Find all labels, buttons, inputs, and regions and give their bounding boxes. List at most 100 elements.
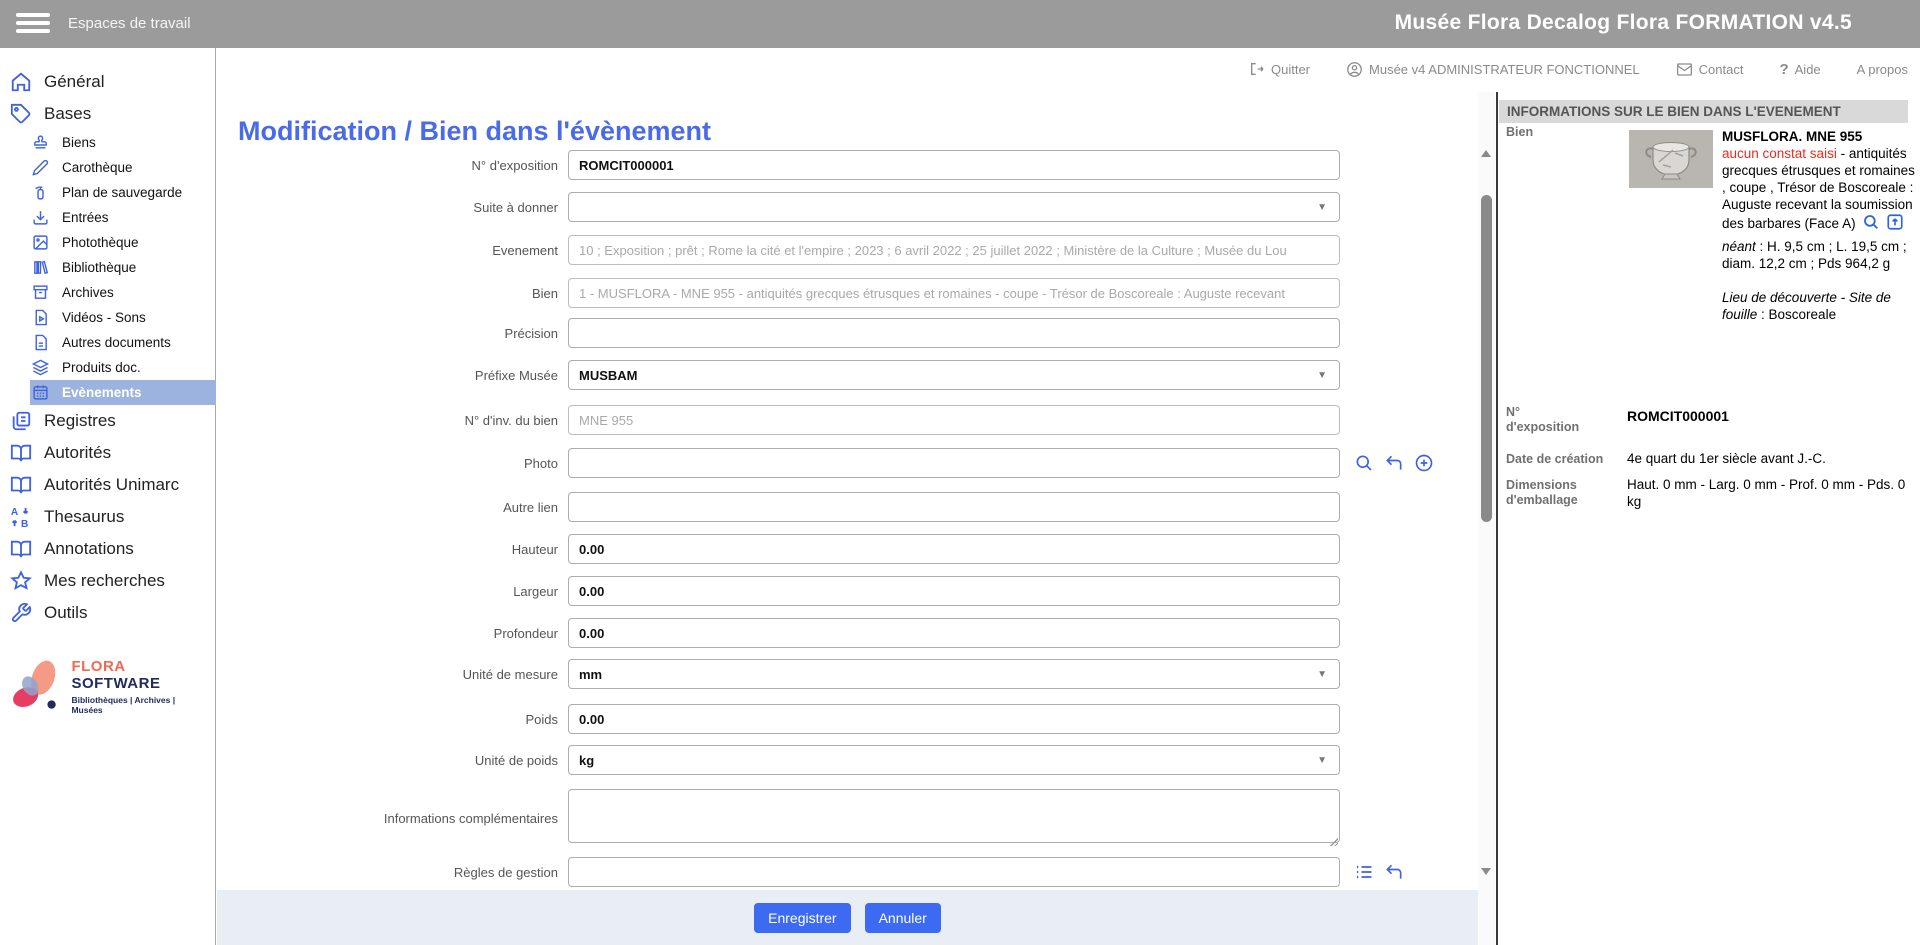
field-row-infos-complementaires: Informations complémentaires [228,789,1340,848]
help-button[interactable]: ? Aide [1779,61,1820,78]
panel-divider [1496,92,1498,945]
contact-button[interactable]: Contact [1676,62,1744,77]
quit-button[interactable]: Quitter [1249,61,1310,77]
suite-a-donner-select[interactable]: ▼ [568,192,1340,222]
workspace-label[interactable]: Espaces de travail [68,15,191,32]
constat-alert: aucun constat saisi [1722,146,1837,161]
field-row-bien: Bien [228,278,1340,308]
sidebar-item-videos-sons[interactable]: Vidéos - Sons [0,305,215,330]
no-exposition-input[interactable] [568,150,1340,180]
exit-icon [1249,61,1265,77]
unite-poids-select[interactable]: kg ▼ [568,745,1340,775]
precision-label: Précision [228,326,568,341]
chevron-down-icon: ▼ [1317,755,1327,766]
autre-lien-input[interactable] [568,492,1340,522]
sidebar-item-registres[interactable]: Registres [0,405,215,437]
chevron-down-icon: ▼ [1317,669,1327,680]
question-mark-icon: ? [1779,61,1788,78]
sidebar-item-mes-recherches[interactable]: Mes recherches [0,565,215,597]
tag-icon [10,103,32,125]
hamburger-menu-icon[interactable] [16,13,50,35]
photo-input[interactable] [568,448,1340,478]
bien-description: MUSFLORA. MNE 955 aucun constat saisi - … [1722,128,1920,323]
poids-label: Poids [228,712,568,727]
sidebar-item-autres-documents[interactable]: Autres documents [0,330,215,355]
field-row-autre-lien: Autre lien [228,492,1340,522]
field-row-poids: Poids [228,704,1340,734]
brand-flora: FLORA [71,658,125,675]
sidebar-item-autorites[interactable]: Autorités [0,437,215,469]
field-row-regles-gestion: Règles de gestion [228,857,1404,887]
field-row-largeur: Largeur [228,576,1340,606]
panel-no-exposition-label: N° d'exposition [1506,405,1581,435]
infos-complementaires-label: Informations complémentaires [228,811,568,826]
sidebar-item-biens[interactable]: Biens [0,130,215,155]
sidebar-item-produits-doc[interactable]: Produits doc. [0,355,215,380]
undo-icon[interactable] [1384,453,1404,473]
panel-dim-emballage-value: Haut. 0 mm - Larg. 0 mm - Prof. 0 mm - P… [1627,476,1917,510]
sidebar-item-evenements[interactable]: Evènements [30,380,216,405]
largeur-input[interactable] [568,576,1340,606]
sidebar-item-entrees[interactable]: Entrées [0,205,215,230]
unite-mesure-select[interactable]: mm ▼ [568,659,1340,689]
scroll-up-icon[interactable] [1481,150,1491,157]
bien-label: Bien [228,286,568,301]
about-button[interactable]: A propos [1857,62,1908,77]
profondeur-input[interactable] [568,618,1340,648]
prefixe-musee-select[interactable]: MUSBAM ▼ [568,360,1340,390]
sidebar-item-general[interactable]: Général [0,66,215,98]
cancel-button[interactable]: Annuler [865,903,941,933]
resize-grip-icon[interactable] [1329,837,1338,846]
poids-input[interactable] [568,704,1340,734]
panel-date-creation-label: Date de création [1506,452,1621,467]
hauteur-label: Hauteur [228,542,568,557]
home-icon [10,71,32,93]
chevron-down-icon: ▼ [1317,202,1327,213]
user-menu[interactable]: Musée v4 ADMINISTRATEUR FONCTIONNEL [1346,61,1640,78]
sidebar-item-bibliotheque[interactable]: Bibliothèque [0,255,215,280]
sidebar-item-annotations[interactable]: Annotations [0,533,215,565]
sidebar-item-archives[interactable]: Archives [0,280,215,305]
search-icon[interactable] [1354,453,1374,473]
add-circle-icon[interactable] [1414,453,1434,473]
books-icon [32,259,49,276]
file-play-icon [32,309,49,326]
scroll-down-icon[interactable] [1481,868,1491,875]
search-icon[interactable] [1862,213,1880,231]
precision-input[interactable] [568,318,1340,348]
download-icon [32,209,49,226]
infos-complementaires-textarea[interactable] [568,789,1340,843]
open-record-icon[interactable] [1886,213,1904,231]
image-icon [32,234,49,251]
sidebar-item-autorites-unimarc[interactable]: Autorités Unimarc [0,469,215,501]
application-window: Espaces de travail Musée Flora Decalog F… [0,0,1920,945]
undo-icon[interactable] [1384,862,1404,882]
sidebar-item-phototheque[interactable]: Photothèque [0,230,215,255]
sidebar-item-outils[interactable]: Outils [0,597,215,629]
hauteur-input[interactable] [568,534,1340,564]
bien-title: MUSFLORA. MNE 955 [1722,128,1920,145]
archive-icon [32,284,49,301]
bien-thumbnail[interactable] [1629,130,1713,188]
flora-butterfly-icon [8,655,65,717]
user-icon [1346,61,1363,78]
field-row-hauteur: Hauteur [228,534,1340,564]
sidebar-item-thesaurus[interactable]: AB Thesaurus [0,501,215,533]
regles-gestion-input[interactable] [568,857,1340,887]
svg-text:A: A [11,507,19,518]
stamp-icon [32,134,49,151]
list-icon[interactable] [1354,862,1374,882]
field-row-unite-poids: Unité de poids kg ▼ [228,745,1340,775]
prefixe-musee-label: Préfixe Musée [228,368,568,383]
svg-text:B: B [21,519,28,528]
top-bar: Espaces de travail Musée Flora Decalog F… [0,0,1920,48]
form-scrollbar[interactable] [1478,92,1495,945]
file-text-icon [32,334,49,351]
pen-icon [32,159,49,176]
scrollbar-thumb[interactable] [1481,195,1492,522]
sidebar-item-bases[interactable]: Bases [0,98,215,130]
wrench-icon [10,602,32,624]
sidebar-item-plan-de-sauvegarde[interactable]: Plan de sauvegarde [0,180,215,205]
sidebar-item-carotheque[interactable]: Carothèque [0,155,215,180]
save-button[interactable]: Enregistrer [754,903,850,933]
